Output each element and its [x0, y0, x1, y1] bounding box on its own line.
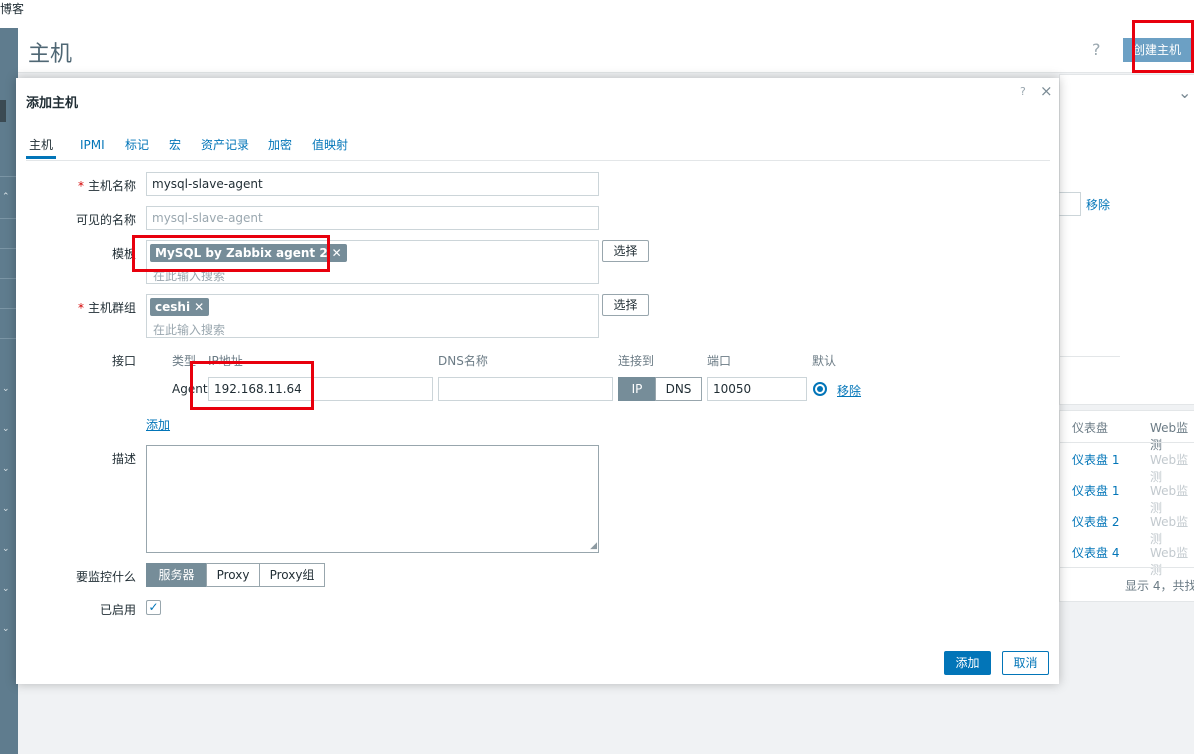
tab-tags[interactable]: 标记 [125, 136, 149, 154]
connect-ip-button[interactable]: IP [618, 377, 656, 401]
site-title: 博客 [0, 2, 25, 16]
dashboard-link[interactable]: 仪表盘 2 [1072, 513, 1119, 530]
chevron-down-icon[interactable]: ⌄ [2, 624, 14, 634]
web-cell: Web监测 [1150, 546, 1189, 577]
host-groups-label: * 主机群组 [77, 301, 136, 315]
port-input[interactable]: 10050 [707, 377, 807, 401]
host-name-input[interactable]: mysql-slave-agent [146, 172, 599, 196]
page-header: 主机 ? [18, 28, 1194, 73]
col-connect-to: 连接到 [618, 354, 655, 368]
sidebar-marker [0, 100, 6, 122]
table-header-web: Web监测 [1150, 421, 1189, 452]
remove-icon[interactable]: ✕ [332, 246, 342, 260]
col-port: 端口 [707, 354, 732, 368]
host-groups-multiselect[interactable]: ceshi ✕ 在此输入搜索 [146, 294, 599, 338]
filter-input[interactable] [1058, 192, 1081, 216]
interfaces-label: 接口 [111, 354, 136, 368]
tab-encryption[interactable]: 加密 [268, 136, 292, 154]
select-groups-button[interactable]: 选择 [602, 294, 649, 316]
web-cell: Web监测 [1150, 515, 1189, 546]
table-footer: 显示 4，共找 [1125, 579, 1194, 593]
monitored-by-label: 要监控什么 [75, 570, 136, 584]
page-title: 主机 [28, 42, 73, 67]
tab-macros[interactable]: 宏 [169, 136, 181, 154]
chevron-down-icon[interactable]: ⌄ [2, 584, 14, 594]
resize-grip-icon[interactable]: ◢ [590, 542, 597, 551]
tab-inventory[interactable]: 资产记录 [201, 136, 249, 154]
highlight-box [190, 361, 314, 410]
visible-name-label: 可见的名称 [75, 213, 136, 227]
filter-remove-link[interactable]: 移除 [1086, 196, 1110, 213]
hosts-table: 仪表盘 Web监测 仪表盘 1 Web监测 仪表盘 1 Web监测 仪表盘 2 … [1059, 410, 1194, 602]
chevron-down-icon[interactable]: ⌄ [2, 504, 14, 514]
group-chip: ceshi ✕ [150, 298, 210, 316]
connect-dns-button[interactable]: DNS [655, 377, 702, 401]
divider [1060, 567, 1194, 568]
highlight-box [1132, 20, 1194, 73]
remove-icon[interactable]: ✕ [194, 300, 204, 314]
description-label: 描述 [111, 452, 136, 466]
tab-host[interactable]: 主机 [26, 136, 57, 159]
dashboard-link[interactable]: 仪表盘 1 [1072, 482, 1119, 499]
web-cell: Web监测 [1150, 484, 1189, 515]
enabled-label: 已启用 [99, 603, 136, 617]
tab-ipmi[interactable]: IPMI [80, 136, 105, 154]
remove-interface-link[interactable]: 移除 [837, 382, 861, 399]
description-textarea[interactable]: ◢ [146, 445, 599, 553]
filter-panel: 移除 [1058, 114, 1194, 405]
chevron-down-icon[interactable]: ⌄ [2, 424, 14, 434]
table-header-dashboards: 仪表盘 [1072, 421, 1109, 435]
dialog-tabs: 主机 IPMI 标记 宏 资产记录 加密 值映射 [26, 136, 1050, 161]
templates-label: 模板 [111, 247, 136, 261]
add-interface-link[interactable]: 添加 [146, 416, 170, 433]
cancel-button[interactable]: 取消 [1002, 651, 1049, 675]
dashboard-link[interactable]: 仪表盘 1 [1072, 451, 1119, 468]
filter-bar[interactable]: ⌄ [1059, 74, 1194, 116]
groups-search-placeholder[interactable]: 在此输入搜索 [153, 321, 225, 338]
monitored-by-proxy-group[interactable]: Proxy组 [259, 563, 325, 587]
visible-name-input[interactable]: mysql-slave-agent [146, 206, 599, 230]
monitored-by-server[interactable]: 服务器 [146, 563, 207, 587]
dashboard-link[interactable]: 仪表盘 4 [1072, 544, 1119, 561]
dns-name-input[interactable] [438, 377, 613, 401]
group-chip-label: ceshi [155, 300, 191, 314]
check-icon: ✓ [148, 600, 159, 614]
dialog-title: 添加主机 [26, 96, 79, 111]
add-host-dialog: 添加主机 ? × 主机 IPMI 标记 宏 资产记录 加密 值映射 * 主机名称 … [16, 78, 1059, 684]
help-icon[interactable]: ? [1092, 40, 1101, 59]
chevron-down-icon[interactable]: ⌄ [2, 384, 14, 394]
default-interface-radio[interactable] [813, 382, 827, 396]
chevron-up-icon[interactable]: ⌃ [2, 192, 14, 202]
tab-value-mapping[interactable]: 值映射 [312, 136, 348, 154]
chevron-down-icon[interactable]: ⌄ [1178, 83, 1191, 102]
divider [1060, 442, 1194, 443]
host-name-label: * 主机名称 [77, 179, 136, 193]
monitored-by-proxy[interactable]: Proxy [206, 563, 260, 587]
add-button[interactable]: 添加 [944, 651, 991, 675]
chevron-down-icon[interactable]: ⌄ [2, 544, 14, 554]
col-dns: DNS名称 [438, 354, 488, 368]
divider [1060, 356, 1120, 357]
chevron-down-icon[interactable]: ⌄ [2, 464, 14, 474]
highlight-box [132, 235, 330, 272]
col-default: 默认 [812, 354, 837, 368]
web-cell: Web监测 [1150, 453, 1189, 484]
close-icon[interactable]: × [1040, 82, 1053, 100]
enabled-checkbox[interactable]: ✓ [146, 600, 161, 615]
help-icon[interactable]: ? [1020, 85, 1026, 98]
top-bar: 博客 [0, 0, 1194, 29]
select-templates-button[interactable]: 选择 [602, 240, 649, 262]
